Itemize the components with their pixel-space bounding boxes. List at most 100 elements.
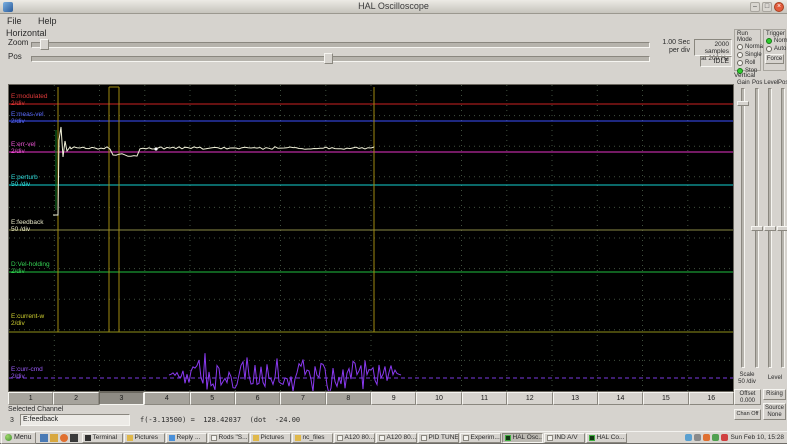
taskbar-window-11[interactable]: IND A/V [543,432,585,443]
run-mode-option-roll[interactable]: Roll [735,59,760,67]
offset-button[interactable]: Offset 0.000 [734,389,761,405]
gain-slider-handle[interactable] [737,100,749,106]
radio-icon [737,44,743,50]
close-button[interactable]: × [774,2,784,12]
taskbar-window-label: A120 80... [344,434,375,441]
channel-button-3[interactable]: 3 [98,392,145,405]
clock[interactable]: Sun Feb 10, 15:28 [731,434,785,441]
timebase-readout: 1.00 Sec per div [646,39,690,55]
menu-help[interactable]: Help [31,15,64,27]
taskbar-window-label: nc_files [302,434,325,441]
show-desktop-icon[interactable] [39,433,48,442]
channel-button-7[interactable]: 7 [280,392,326,405]
taskbar-window-7[interactable]: A120 80... [375,432,417,443]
taskbar-window-3[interactable]: Rods "S... [207,432,249,443]
terminal-launcher-icon[interactable] [69,433,78,442]
browser-icon[interactable] [59,433,68,442]
menu-icon [5,434,12,441]
titlebar[interactable]: HAL Oscilloscope – □ × [0,0,787,14]
taskbar-window-9[interactable]: Experim... [459,432,501,443]
taskbar-window-label: Experim... [470,434,500,441]
channel-button-11[interactable]: 11 [461,392,508,405]
svg-text:E:perturb: E:perturb [11,174,38,181]
channel-button-2[interactable]: 2 [53,392,99,405]
folder-icon [294,434,301,441]
svg-text:2/div: 2/div [11,118,25,125]
trigger-title: Trigger [766,31,785,37]
trigger-pos-slider[interactable] [777,88,787,368]
taskbar-window-0[interactable]: Terminal [81,432,123,443]
channel-button-9[interactable]: 9 [371,392,417,405]
trigger-option-auto[interactable]: Auto [764,45,786,53]
svg-text:50 /div: 50 /div [11,226,31,233]
svg-text:E:meas-vel: E:meas-vel [11,111,44,118]
channel-button-1[interactable]: 1 [8,392,54,405]
horizontal-pos-slider-handle[interactable] [324,53,334,64]
volume-icon[interactable] [693,434,701,441]
run-mode-option-single[interactable]: Single [735,51,762,59]
taskbar-window-4[interactable]: Pictures [249,432,291,443]
svg-text:E:err-vel: E:err-vel [11,141,36,148]
zoom-slider-handle[interactable] [40,39,50,50]
taskbar-window-10[interactable]: HAL Osc... [501,432,543,443]
channel-button-6[interactable]: 6 [234,392,281,405]
channel-button-5[interactable]: 5 [189,392,235,405]
taskbar-window-1[interactable]: Pictures [123,432,165,443]
zoom-label: Zoom [8,38,29,47]
channel-button-15[interactable]: 15 [643,392,689,405]
timebase-value: 1.00 Sec [662,39,690,46]
taskbar-window-2[interactable]: Reply ... [165,432,207,443]
taskbar-window-6[interactable]: A120 80... [333,432,375,443]
horizontal-section-label: Horizontal [6,28,47,38]
folder-icon [252,434,259,441]
folder-icon [126,434,133,441]
trigger-pos-slider-handle[interactable] [777,226,787,231]
vertical-pos-slider-handle[interactable] [751,226,763,231]
trigger-level-slider-handle[interactable] [764,226,776,231]
trigger-option-normal[interactable]: Normal [764,37,787,45]
run-mode-option-normal[interactable]: Normal [735,43,764,51]
channel-button-10[interactable]: 10 [416,392,462,405]
channel-button-14[interactable]: 14 [597,392,644,405]
radio-icon [766,46,772,52]
vertical-title: Vertical [734,72,756,79]
menu-file[interactable]: File [0,15,29,27]
taskbar-window-label: Terminal [92,434,118,441]
minimize-button[interactable]: – [750,2,760,12]
trigger-source-button[interactable]: Source None [763,403,786,420]
network-icon[interactable] [684,434,692,441]
menu-button[interactable]: Menu [1,431,36,444]
vertical-pos-slider[interactable] [751,88,763,368]
selected-channel-input[interactable]: E:feedback [20,414,130,426]
taskbar-window-8[interactable]: PID TUNE [417,432,459,443]
taskbar-window-label: A120 80... [386,434,417,441]
taskbar-window-label: Rods "S... [218,434,248,441]
chan-off-button[interactable]: Chan Off [734,409,761,420]
channel-button-8[interactable]: 8 [325,392,371,405]
scope-icon [504,434,511,441]
level-label: Level [764,80,779,86]
run-mode-option-label: Single [745,52,762,58]
update-icon[interactable] [702,434,710,441]
channel-button-13[interactable]: 13 [552,392,598,405]
maximize-button[interactable]: □ [762,2,772,12]
taskbar-window-label: Pictures [260,434,284,441]
channel-button-4[interactable]: 4 [144,392,190,405]
edge-button[interactable]: Rising [763,389,786,400]
terminal-icon [84,434,91,441]
run-mode-option-label: Normal [745,44,765,50]
channel-button-12[interactable]: 12 [507,392,553,405]
force-button[interactable]: Force [765,54,784,64]
battery-icon[interactable] [711,434,719,441]
zoom-slider[interactable] [31,39,650,50]
file-manager-icon[interactable] [49,433,58,442]
gain-slider[interactable] [737,88,749,368]
trigger-level-slider[interactable] [764,88,776,368]
channel-button-16[interactable]: 16 [688,392,734,405]
taskbar-window-5[interactable]: nc_files [291,432,333,443]
taskbar-window-12[interactable]: HAL Co... [585,432,627,443]
run-mode-title: Run Mode [737,31,753,43]
horizontal-pos-slider[interactable] [31,53,650,64]
hal-oscilloscope-window: HAL Oscilloscope – □ × File Help Horizon… [0,0,787,431]
messages-icon[interactable] [720,434,728,441]
